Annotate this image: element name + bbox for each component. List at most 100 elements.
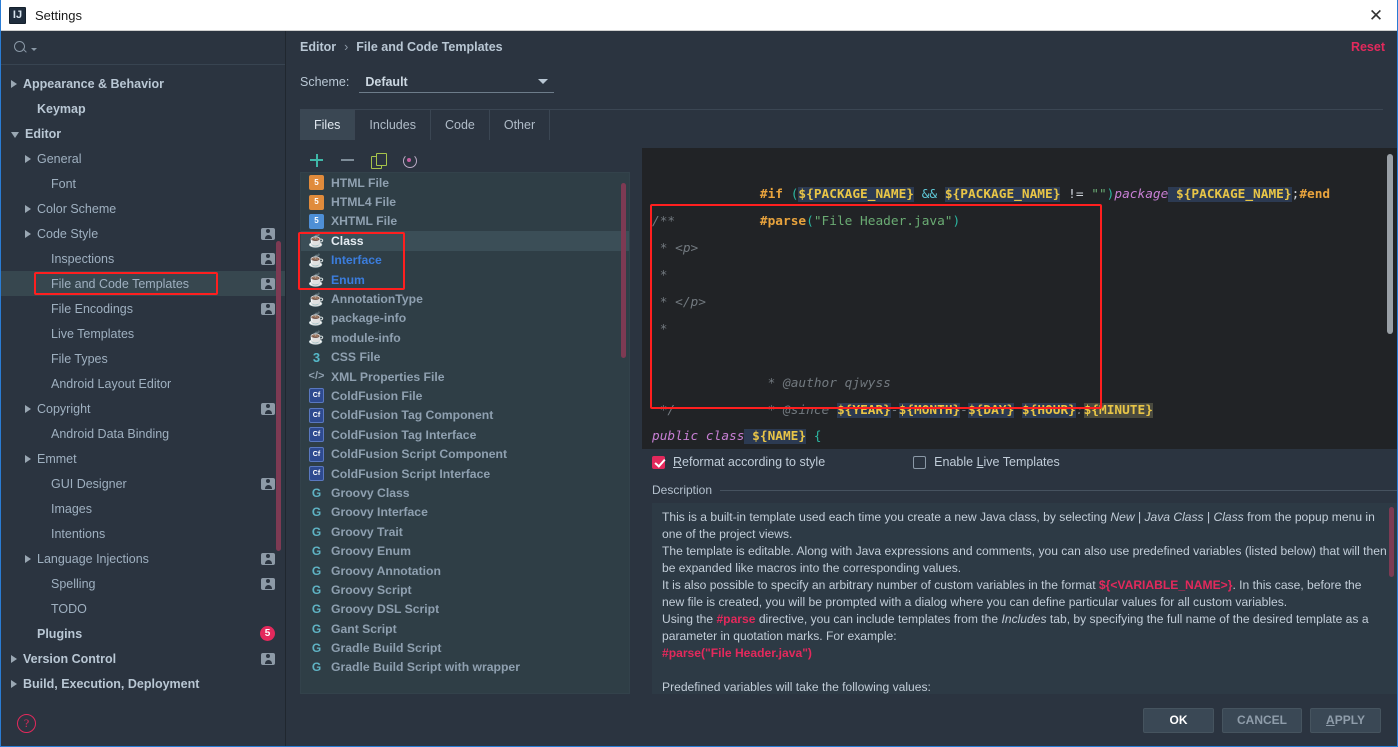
java-file-icon: ☕ — [308, 291, 325, 307]
editor-scrollbar-thumb[interactable] — [1387, 154, 1393, 334]
reset-link[interactable]: Reset — [1351, 40, 1385, 54]
code-class-brace: { — [806, 429, 822, 444]
description-legend-label: Description — [652, 483, 713, 497]
sidebar-item-live-templates[interactable]: Live Templates — [1, 321, 285, 346]
template-list-item[interactable]: G Gradle Build Script with wrapper — [301, 658, 629, 677]
apply-button[interactable]: A PPLY — [1310, 707, 1381, 733]
close-icon[interactable]: ✕ — [1363, 3, 1389, 27]
description-legend-rule — [720, 489, 1397, 491]
sidebar-item-label: Live Templates — [51, 326, 135, 341]
template-list-item[interactable]: </> XML Properties File — [301, 367, 629, 386]
template-tabs[interactable]: Files Includes Code Other — [300, 110, 1383, 140]
sidebar-item-code-style[interactable]: Code Style — [1, 221, 285, 246]
scheme-select[interactable]: Default — [359, 71, 555, 93]
sidebar-item-general[interactable]: General — [1, 146, 285, 171]
sidebar-item-android-layout-editor[interactable]: Android Layout Editor — [1, 371, 285, 396]
search-input[interactable] — [37, 40, 273, 55]
template-list-item[interactable]: Cf ColdFusion Tag Component — [301, 406, 629, 425]
sidebar-item-label: Version Control — [23, 651, 117, 666]
sidebar-item-plugins[interactable]: Plugins 5 — [1, 621, 285, 646]
sidebar-item-file-and-code-templates[interactable]: File and Code Templates — [1, 271, 285, 296]
breadcrumb-item-editor[interactable]: Editor — [300, 40, 336, 54]
chevron-right-icon[interactable] — [25, 154, 31, 163]
live-templates-checkbox[interactable] — [913, 455, 927, 469]
chevron-right-icon[interactable] — [25, 229, 31, 238]
sidebar-item-color-scheme[interactable]: Color Scheme — [1, 196, 285, 221]
sidebar-item-file-encodings[interactable]: File Encodings — [1, 296, 285, 321]
template-list-item[interactable]: 5 HTML4 File — [301, 192, 629, 211]
description-scrollbar-thumb[interactable] — [1389, 507, 1394, 577]
template-list-item[interactable]: G Groovy Interface — [301, 503, 629, 522]
template-list-item[interactable]: G Groovy Script — [301, 580, 629, 599]
template-list-item[interactable]: Cf ColdFusion Script Component — [301, 444, 629, 463]
sidebar-item-spelling[interactable]: Spelling — [1, 571, 285, 596]
template-list-item[interactable]: ☕ Class — [301, 231, 629, 251]
tab-other[interactable]: Other — [490, 110, 551, 140]
template-list-item[interactable]: ☕ module-info — [301, 328, 629, 347]
sidebar-item-gui-designer[interactable]: GUI Designer — [1, 471, 285, 496]
sidebar-scrollbar[interactable] — [276, 71, 283, 686]
template-list-item[interactable]: 3 CSS File — [301, 348, 629, 367]
template-list-item[interactable]: G Groovy Class — [301, 483, 629, 502]
chevron-right-icon[interactable] — [25, 204, 31, 213]
settings-tree[interactable]: Appearance & Behavior Keymap Editor General… — [1, 65, 285, 700]
template-list-item[interactable]: ☕ AnnotationType — [301, 289, 629, 308]
sidebar-item-font[interactable]: Font — [1, 171, 285, 196]
chevron-right-icon[interactable] — [25, 404, 31, 413]
template-list-item[interactable]: G Groovy Trait — [301, 522, 629, 541]
chevron-right-icon[interactable] — [25, 554, 31, 563]
template-list-item[interactable]: ☕ Enum — [301, 270, 629, 289]
templates-list[interactable]: 5 HTML File 5 HTML4 File 5 XHTML File ☕ Class ☕ I… — [300, 172, 630, 694]
add-icon[interactable] — [308, 152, 325, 169]
sidebar-item-emmet[interactable]: Emmet — [1, 446, 285, 471]
tab-files[interactable]: Files — [300, 110, 356, 140]
sidebar-item-inspections[interactable]: Inspections — [1, 246, 285, 271]
chevron-right-icon[interactable] — [11, 679, 17, 688]
sidebar-item-label: GUI Designer — [51, 476, 127, 491]
template-list-item[interactable]: G Groovy Enum — [301, 541, 629, 560]
sidebar-item-copyright[interactable]: Copyright — [1, 396, 285, 421]
sidebar-item-version-control[interactable]: Version Control — [1, 646, 285, 671]
template-list-item[interactable]: G Groovy Annotation — [301, 561, 629, 580]
remove-icon[interactable] — [339, 152, 356, 169]
templates-scrollbar-thumb[interactable] — [621, 183, 626, 358]
sidebar-item-intentions[interactable]: Intentions — [1, 521, 285, 546]
sidebar-item-file-types[interactable]: File Types — [1, 346, 285, 371]
ok-button[interactable]: OK — [1143, 707, 1214, 733]
template-list-item[interactable]: ☕ package-info — [301, 309, 629, 328]
reset-icon[interactable] — [401, 152, 418, 169]
sidebar-item-language-injections[interactable]: Language Injections — [1, 546, 285, 571]
template-list-item[interactable]: Cf ColdFusion Script Interface — [301, 464, 629, 483]
template-list-item[interactable]: G Gant Script — [301, 619, 629, 638]
template-list-item[interactable]: Cf ColdFusion Tag Interface — [301, 425, 629, 444]
template-code-editor[interactable]: #if (${PACKAGE_NAME} && ${PACKAGE_NAME} … — [642, 148, 1397, 425]
tab-includes[interactable]: Includes — [355, 110, 431, 140]
sidebar-item-images[interactable]: Images — [1, 496, 285, 521]
cancel-button[interactable]: CANCEL — [1222, 707, 1302, 733]
chevron-down-icon[interactable] — [11, 132, 19, 138]
reformat-checkbox[interactable] — [652, 455, 665, 469]
template-list-item[interactable]: 5 XHTML File — [301, 212, 629, 231]
template-list-item[interactable]: G Gradle Build Script — [301, 638, 629, 657]
sidebar-item-build-execution-deployment[interactable]: Build, Execution, Deployment — [1, 671, 285, 696]
chevron-right-icon[interactable] — [11, 79, 17, 88]
help-icon[interactable]: ? — [17, 713, 36, 733]
chevron-right-icon[interactable] — [11, 654, 17, 663]
sidebar-item-editor[interactable]: Editor — [1, 121, 285, 146]
sidebar-search[interactable] — [1, 31, 285, 65]
chevron-right-icon[interactable] — [25, 454, 31, 463]
tab-code[interactable]: Code — [431, 110, 490, 140]
template-list-item[interactable]: Cf ColdFusion File — [301, 386, 629, 405]
sidebar-item-android-data-binding[interactable]: Android Data Binding — [1, 421, 285, 446]
template-list-item[interactable]: G Groovy DSL Script — [301, 600, 629, 619]
template-list-item[interactable]: 5 HTML File — [301, 173, 629, 192]
sidebar-scrollbar-thumb[interactable] — [276, 241, 281, 551]
template-list-item[interactable]: ☕ Interface — [301, 251, 629, 270]
sidebar-item-todo[interactable]: TODO — [1, 596, 285, 621]
sidebar-item-keymap[interactable]: Keymap — [1, 96, 285, 121]
desc-p1-a: This is a built-in template used each ti… — [662, 510, 1111, 524]
copy-icon[interactable] — [370, 152, 387, 169]
sidebar-item-appearance-behavior[interactable]: Appearance & Behavior — [1, 71, 285, 96]
user-settings-icon — [261, 552, 275, 565]
description-body[interactable]: This is a built-in template used each ti… — [652, 503, 1397, 694]
